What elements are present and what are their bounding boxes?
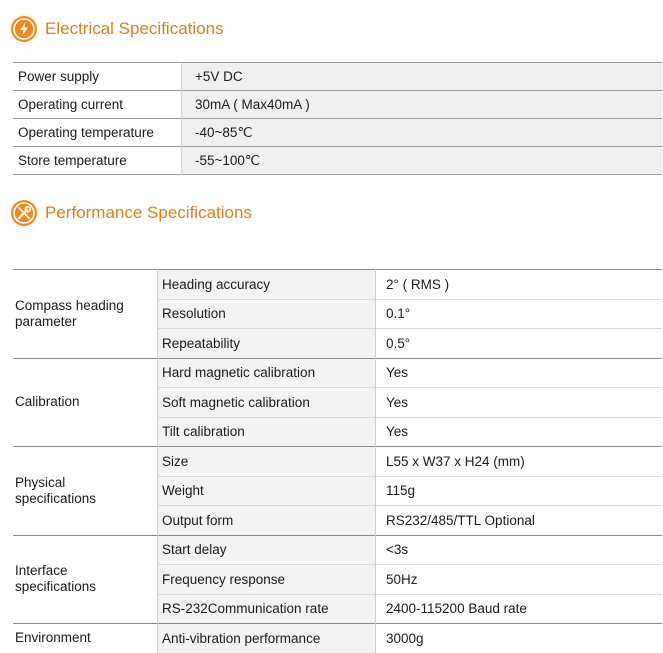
spec-group-label: Interface specifications [13,534,158,624]
spec-label: Power supply [13,62,182,91]
spec-label: Heading accuracy [157,269,376,299]
spec-row: Compass heading parameter Heading accurac… [13,269,662,358]
performance-section-header: Performance Specifications [11,200,252,226]
spec-label: RS-232Communication rate [157,593,376,624]
spec-value: <3s [375,534,662,565]
spec-value: Yes [375,357,662,388]
spec-row: Operating temperature -40~85℃ [13,118,662,147]
spec-value: 30mA ( Max40mA ) [181,90,662,119]
spec-value: 0.1° [375,298,662,329]
spec-label: Output form [157,505,376,535]
spec-row: Environment Anti-vibration performance 300… [13,623,662,653]
spec-row: Interface specifications Start delay <3s [13,534,662,624]
spec-group-label: Environment [13,623,158,653]
spec-row: Store temperature -55~100℃ [13,146,662,175]
spec-value: -40~85℃ [181,118,662,147]
spec-label: Weight [157,475,376,506]
spec-value: 0.5° [375,328,662,358]
spec-value: RS232/485/TTL Optional [375,505,662,535]
spec-group-label: Calibration [13,357,158,447]
spec-row: Physical specifications Size L55 x W37 x H… [13,446,662,535]
spec-label: Store temperature [13,146,182,175]
lightning-icon [11,16,37,42]
performance-title: Performance Specifications [45,203,252,222]
spec-label: Frequency response [157,564,376,594]
spec-value: 2° ( RMS ) [375,269,662,299]
spec-label: Hard magnetic calibration [157,357,376,388]
spec-label: Operating temperature [13,118,182,147]
spec-row: Operating current 30mA ( Max40mA ) [13,90,662,119]
electrical-table: Power supply +5V DC Operating current 30mA … [13,62,662,175]
electrical-section-header: Electrical Specifications [11,16,224,42]
spec-value: Yes [375,387,662,417]
performance-table: Compass heading parameter Heading accurac… [13,269,662,653]
spec-label: Soft magnetic calibration [157,387,376,417]
spec-value: 3000g [375,623,662,653]
spec-label: Resolution [157,298,376,329]
spec-label: Anti-vibration performance [157,623,376,653]
spec-row: Calibration Hard magnetic calibration Yes [13,357,662,447]
spec-value: +5V DC [181,62,662,91]
electrical-title: Electrical Specifications [45,19,224,38]
spec-label: Operating current [13,90,182,119]
spec-label: Repeatability [157,328,376,358]
spec-value: 2400-115200 Baud rate [375,593,662,624]
spec-value: L55 x W37 x H24 (mm) [375,446,662,476]
spec-label: Tilt calibration [157,416,376,447]
spec-value: 50Hz [375,564,662,594]
spec-value: -55~100℃ [181,146,662,175]
spec-label: Start delay [157,534,376,565]
spec-label: Size [157,446,376,476]
spec-row: Power supply +5V DC [13,62,662,91]
tools-icon [11,200,37,226]
spec-group-label: Compass heading parameter [13,269,158,358]
spec-value: 115g [375,475,662,506]
spec-group-label: Physical specifications [13,446,158,535]
spec-value: Yes [375,416,662,447]
